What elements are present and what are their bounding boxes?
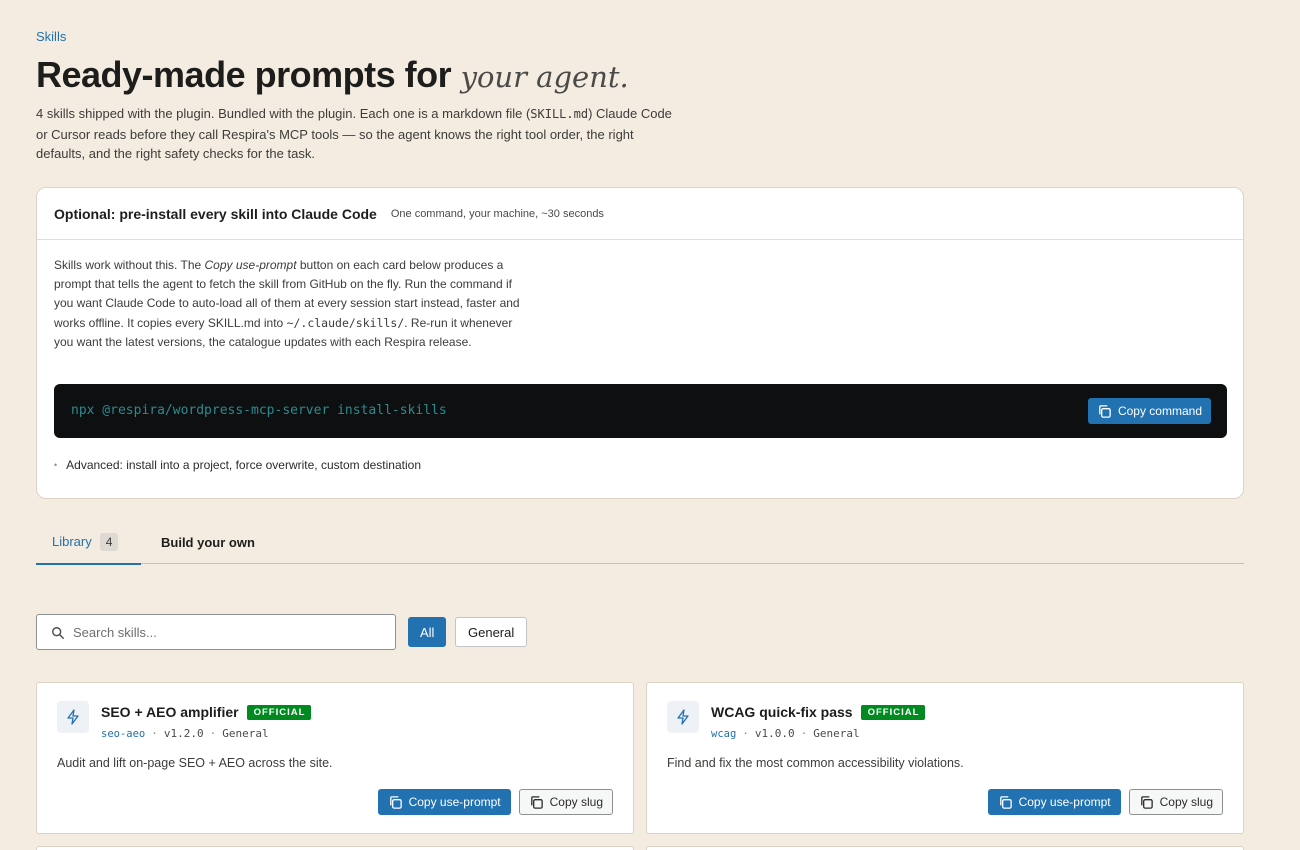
meta-separator: · — [151, 727, 158, 740]
install-desc-code: ~/.claude/skills/ — [286, 315, 405, 330]
copy-command-button[interactable]: Copy command — [1087, 398, 1211, 424]
tab-library-count: 4 — [99, 532, 119, 551]
bolt-icon — [57, 701, 89, 733]
skill-card-wcag: WCAG quick-fix pass OFFICIAL wcag · v1.0.0… — [646, 682, 1244, 834]
install-panel-subtitle: One command, your machine, ~30 seconds — [390, 207, 604, 220]
tabs: Library 4 Build your own — [36, 520, 1244, 565]
bolt-icon — [667, 701, 699, 733]
skill-card-title-row: SEO + AEO amplifier OFFICIAL — [101, 704, 312, 720]
filter-all[interactable]: All — [408, 617, 447, 647]
skill-category: General — [222, 727, 269, 740]
copy-slug-label: Copy slug — [549, 795, 603, 809]
command-block: npx @respira/wordpress-mcp-server instal… — [54, 384, 1227, 438]
copy-icon — [998, 795, 1013, 810]
tab-build-your-own[interactable]: Build your own — [161, 520, 255, 564]
skill-version: v1.2.0 — [163, 727, 204, 740]
copy-use-prompt-label: Copy use-prompt — [408, 795, 501, 809]
intro-text-start: 4 skills shipped with the plugin. Bundle… — [36, 106, 531, 121]
copy-icon — [388, 795, 403, 810]
skill-meta: seo-aeo · v1.2.0 · General — [101, 727, 269, 740]
install-panel-title: Optional: pre-install every skill into C… — [54, 205, 377, 222]
copy-use-prompt-button[interactable]: Copy use-prompt — [377, 789, 511, 815]
page-intro: 4 skills shipped with the plugin. Bundle… — [36, 104, 686, 164]
filter-general[interactable]: General — [455, 617, 528, 647]
skill-slug: wcag — [711, 728, 737, 740]
install-panel: Optional: pre-install every skill into C… — [36, 187, 1244, 499]
copy-command-label: Copy command — [1117, 404, 1202, 418]
page-title: Ready-made prompts for your agent. — [36, 54, 629, 96]
intro-code: SKILL.md — [530, 107, 589, 121]
skill-card-seo-aeo: SEO + AEO amplifier OFFICIAL seo-aeo · v1.… — [36, 682, 634, 834]
skill-meta: wcag · v1.0.0 · General — [711, 727, 860, 740]
install-desc-em: Copy use-prompt — [204, 258, 297, 272]
page-title-main: Ready-made prompts for — [36, 54, 461, 95]
page-title-accent: your agent. — [460, 60, 629, 94]
skill-description: Audit and lift on-page SEO + AEO across … — [57, 756, 333, 770]
copy-slug-label: Copy slug — [1159, 795, 1213, 809]
install-desc-part1: Skills work without this. The — [54, 258, 205, 272]
meta-separator: · — [800, 727, 808, 740]
copy-slug-button[interactable]: Copy slug — [518, 789, 613, 815]
skill-description: Find and fix the most common accessibili… — [667, 756, 964, 770]
skill-category: General — [813, 727, 860, 740]
meta-separator: · — [742, 727, 749, 740]
search-box — [36, 614, 396, 650]
skill-slug: seo-aeo — [101, 728, 146, 740]
tab-library[interactable]: Library 4 — [36, 520, 141, 565]
search-input[interactable] — [73, 623, 373, 641]
eyebrow-skills: Skills — [36, 29, 67, 44]
advanced-options-label: Advanced: install into a project, force … — [66, 458, 421, 472]
advanced-options-toggle[interactable]: • Advanced: install into a project, forc… — [54, 458, 421, 472]
copy-use-prompt-label: Copy use-prompt — [1018, 795, 1111, 809]
copy-icon — [529, 795, 544, 810]
bullet-icon: • — [54, 460, 58, 470]
skill-card-peek — [646, 846, 1244, 850]
skill-card-actions: Copy use-prompt Copy slug — [377, 789, 613, 815]
skill-name: SEO + AEO amplifier — [101, 704, 239, 720]
official-badge: OFFICIAL — [860, 704, 926, 720]
skill-version: v1.0.0 — [754, 727, 795, 740]
command-text[interactable]: npx @respira/wordpress-mcp-server instal… — [71, 403, 447, 418]
tab-library-label: Library — [52, 534, 92, 549]
install-panel-header: Optional: pre-install every skill into C… — [37, 188, 1243, 240]
official-badge: OFFICIAL — [246, 704, 312, 720]
skill-name: WCAG quick-fix pass — [711, 704, 853, 720]
skill-card-peek — [36, 846, 634, 850]
copy-icon — [1097, 404, 1112, 419]
copy-slug-button[interactable]: Copy slug — [1128, 789, 1223, 815]
skill-card-actions: Copy use-prompt Copy slug — [987, 789, 1223, 815]
skill-card-title-row: WCAG quick-fix pass OFFICIAL — [711, 704, 926, 720]
copy-use-prompt-button[interactable]: Copy use-prompt — [987, 789, 1121, 815]
install-panel-description: Skills work without this. The Copy use-p… — [54, 256, 524, 352]
meta-separator: · — [209, 727, 217, 740]
copy-icon — [1139, 795, 1154, 810]
